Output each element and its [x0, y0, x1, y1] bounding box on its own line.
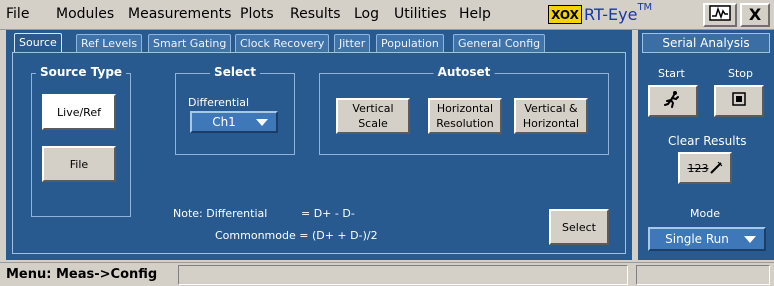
menu-results[interactable]: Results [290, 6, 341, 22]
autoset-title: Autoset [433, 65, 495, 79]
serial-analysis-panel: Serial Analysis Start Stop Clear Results… [638, 30, 774, 260]
scope-display-button[interactable] [703, 3, 737, 27]
select-button[interactable]: Select [549, 209, 609, 245]
tab-population[interactable]: Population [376, 34, 444, 52]
clear-results-button[interactable]: 123 [678, 152, 732, 184]
menu-log[interactable]: Log [354, 6, 379, 22]
status-extra-cell [636, 265, 770, 285]
menu-help[interactable]: Help [459, 6, 491, 22]
close-button[interactable]: X [740, 3, 770, 27]
tab-general-config[interactable]: General Config [453, 34, 546, 52]
autoset-group: Autoset Vertical Scale Horizontal Resolu… [319, 65, 609, 155]
source-tab-content: Source Type Live/Ref File Select Differe… [12, 52, 626, 254]
tab-jitter[interactable]: Jitter [334, 34, 371, 52]
chevron-down-icon [256, 118, 268, 126]
menu-file[interactable]: File [6, 6, 29, 22]
eraser-icon: 123 [688, 161, 723, 176]
select-title: Select [210, 65, 260, 79]
tab-ref-levels[interactable]: Ref Levels [76, 34, 143, 52]
running-man-icon [664, 90, 682, 112]
clear-results-label: Clear Results [668, 134, 747, 148]
menu-plots[interactable]: Plots [240, 6, 274, 22]
vertical-scale-button[interactable]: Vertical Scale [336, 98, 410, 134]
status-message-cell [178, 265, 628, 285]
vertical-horizontal-button[interactable]: Vertical & Horizontal [514, 98, 588, 134]
differential-label: Differential [188, 96, 250, 109]
start-label: Start [658, 67, 685, 80]
select-group: Select Differential Ch1 [175, 65, 295, 155]
source-type-group: Source Type Live/Ref File [31, 65, 131, 217]
live-ref-button[interactable]: Live/Ref [42, 94, 116, 130]
file-button[interactable]: File [42, 146, 116, 182]
close-icon: X [748, 5, 762, 24]
waveform-icon [709, 5, 731, 25]
svg-text:XOX: XOX [551, 8, 580, 22]
note-commonmode-formula: Commonmode = (D+ + D-)/2 [215, 229, 378, 242]
source-type-title: Source Type [35, 65, 127, 79]
tab-smart-gating[interactable]: Smart Gating [148, 34, 232, 52]
menu-bar: File Modules Measurements Plots Results … [0, 0, 774, 30]
tab-clock-recovery[interactable]: Clock Recovery [235, 34, 330, 52]
channel-dropdown[interactable]: Ch1 [190, 111, 278, 133]
stop-label: Stop [728, 67, 754, 80]
chevron-down-icon [744, 235, 756, 243]
menu-path-text: Menu: Meas->Config [6, 267, 158, 282]
stop-button[interactable] [714, 85, 764, 117]
tab-source[interactable]: Source [14, 33, 62, 53]
stop-icon [732, 92, 746, 110]
app-title: RT-EyeTM [584, 1, 653, 24]
note-differential-formula: = D+ - D- [301, 207, 355, 220]
horizontal-resolution-button[interactable]: Horizontal Resolution [428, 98, 502, 134]
mode-label: Mode [690, 207, 720, 220]
menu-modules[interactable]: Modules [56, 6, 114, 22]
mode-value: Single Run [665, 232, 729, 246]
tektronix-logo: XOX [548, 5, 582, 24]
mode-dropdown[interactable]: Single Run [648, 227, 766, 251]
menu-utilities[interactable]: Utilities [394, 6, 447, 22]
serial-analysis-title: Serial Analysis [642, 33, 770, 53]
channel-value: Ch1 [212, 115, 236, 129]
note-differential-label: Note: Differential [173, 207, 268, 220]
start-button[interactable] [648, 85, 698, 117]
menu-measurements[interactable]: Measurements [128, 6, 231, 22]
status-bar: Menu: Meas->Config [0, 262, 774, 286]
main-panel: Source Ref Levels Smart Gating Clock Rec… [6, 30, 632, 260]
